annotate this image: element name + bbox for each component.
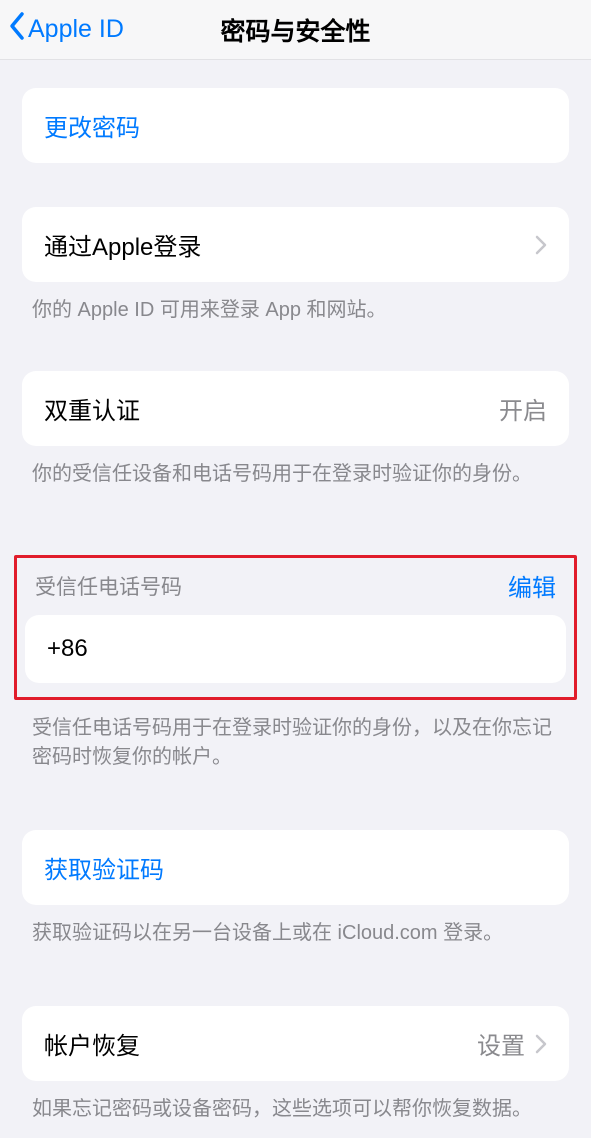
account-recovery-cell[interactable]: 帐户恢复 设置 — [22, 1006, 569, 1081]
back-button[interactable]: Apple ID — [0, 11, 124, 48]
trusted-phone-edit-button[interactable]: 编辑 — [508, 568, 556, 603]
account-recovery-value: 设置 — [477, 1026, 525, 1061]
chevron-right-icon — [535, 1034, 547, 1054]
trusted-phone-number: +86 — [47, 635, 88, 663]
trusted-phone-highlight: 受信任电话号码 编辑 +86 — [14, 555, 577, 700]
two-factor-auth-footer: 你的受信任设备和电话号码用于在登录时验证你的身份。 — [22, 446, 569, 489]
two-factor-auth-value: 开启 — [499, 391, 547, 426]
sign-in-with-apple-footer: 你的 Apple ID 可用来登录 App 和网站。 — [22, 282, 569, 325]
chevron-left-icon — [8, 11, 26, 48]
trusted-phone-footer: 受信任电话号码用于在登录时验证你的身份，以及在你忘记密码时恢复你的帐户。 — [22, 700, 569, 772]
change-password-cell[interactable]: 更改密码 — [22, 88, 569, 163]
two-factor-auth-label: 双重认证 — [44, 391, 140, 426]
get-verification-code-label: 获取验证码 — [44, 850, 164, 885]
chevron-right-icon — [535, 235, 547, 255]
get-verification-code-cell[interactable]: 获取验证码 — [22, 830, 569, 905]
account-recovery-footer: 如果忘记密码或设备密码，这些选项可以帮你恢复数据。 — [22, 1081, 569, 1124]
trusted-phone-number-cell[interactable]: +86 — [25, 615, 566, 683]
sign-in-with-apple-cell[interactable]: 通过Apple登录 — [22, 207, 569, 282]
back-label: Apple ID — [28, 15, 124, 44]
change-password-label: 更改密码 — [44, 108, 140, 143]
nav-bar: Apple ID 密码与安全性 — [0, 0, 591, 60]
sign-in-with-apple-label: 通过Apple登录 — [44, 227, 201, 262]
account-recovery-label: 帐户恢复 — [44, 1026, 140, 1061]
get-verification-code-footer: 获取验证码以在另一台设备上或在 iCloud.com 登录。 — [22, 905, 569, 948]
two-factor-auth-cell[interactable]: 双重认证 开启 — [22, 371, 569, 446]
trusted-phone-header: 受信任电话号码 — [35, 571, 182, 601]
